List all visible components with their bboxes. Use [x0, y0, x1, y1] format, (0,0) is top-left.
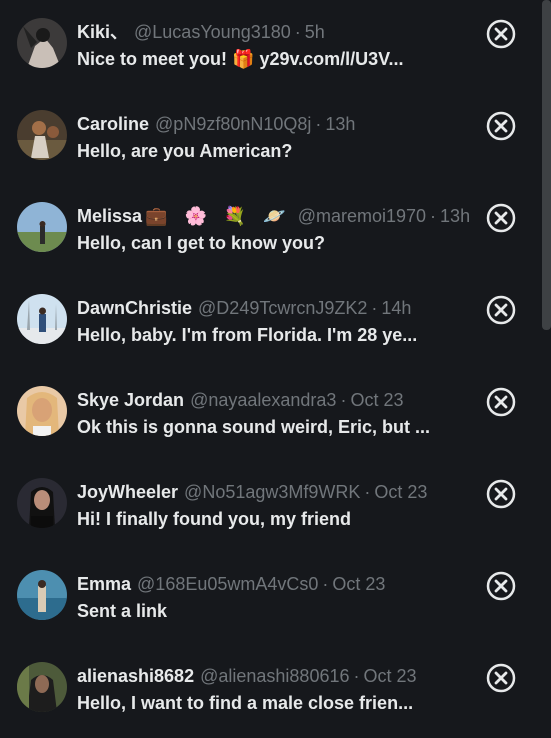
sender-name[interactable]: Emma [77, 574, 131, 594]
list-item[interactable]: Caroline @pN9zf80nN10Q8j · 13h Hello, are y… [0, 92, 536, 184]
sender-name[interactable]: DawnChristie [77, 298, 192, 318]
sender-line: Skye Jordan @nayaalexandra3 · Oct 23 [77, 389, 403, 411]
sender-handle: @D249TcwrcnJ9ZK2 [198, 298, 368, 318]
separator-dot: · [371, 298, 378, 318]
sender-name[interactable]: JoyWheeler [77, 482, 178, 502]
sender-line: Melissa 💼 🌸 💐 🪐 @maremoi1970 · 13h [77, 205, 470, 227]
avatar[interactable] [17, 202, 67, 252]
name-emojis: 💼 🌸 💐 🪐 [145, 206, 292, 226]
sender-name[interactable]: Caroline [77, 114, 149, 134]
avatar[interactable] [17, 18, 67, 68]
timestamp: 5h [304, 22, 325, 42]
timestamp: Oct 23 [374, 482, 428, 502]
sender-line: Kiki、 @LucasYoung3180 · 5h [77, 21, 325, 43]
sender-line: Caroline @pN9zf80nN10Q8j · 13h [77, 113, 355, 135]
list-item[interactable]: Skye Jordan @nayaalexandra3 · Oct 23 Ok thi… [0, 368, 536, 460]
sender-name[interactable]: alienashi8682 [77, 666, 194, 686]
sender-line: JoyWheeler @No51agw3Mf9WRK · Oct 23 [77, 481, 427, 503]
scrollbar-thumb[interactable] [542, 0, 551, 330]
avatar[interactable] [17, 662, 67, 712]
close-icon[interactable] [486, 387, 516, 417]
sender-handle: @nayaalexandra3 [190, 390, 337, 410]
close-icon[interactable] [486, 111, 516, 141]
sender-handle: @alienashi880616 [200, 666, 350, 686]
close-icon[interactable] [486, 295, 516, 325]
sender-handle: @LucasYoung3180 [134, 22, 291, 42]
timestamp: 13h [440, 206, 471, 226]
sender-line: Emma @168Eu05wmA4vCs0 · Oct 23 [77, 573, 385, 595]
list-item[interactable]: alienashi8682 @alienashi880616 · Oct 23 Hel… [0, 644, 536, 736]
close-icon[interactable] [486, 203, 516, 233]
close-icon[interactable] [486, 19, 516, 49]
message-preview: Hello, I want to find a male close frien… [77, 693, 414, 713]
avatar[interactable] [17, 478, 67, 528]
separator-dot: · [294, 22, 301, 42]
message-preview: Sent a link [77, 601, 168, 621]
separator-dot: · [340, 390, 347, 410]
message-preview: Hello, baby. I'm from Florida. I'm 28 ye… [77, 325, 418, 345]
list-item[interactable]: JoyWheeler @No51agw3Mf9WRK · Oct 23 Hi! I f… [0, 460, 536, 552]
message-preview: Nice to meet you! 🎁 y29v.com/l/U3V... [77, 49, 404, 69]
message-request-list: Kiki、 @LucasYoung3180 · 5h Nice to meet you… [0, 0, 536, 738]
message-preview: Hi! I finally found you, my friend [77, 509, 352, 529]
avatar[interactable] [17, 386, 67, 436]
close-icon[interactable] [486, 663, 516, 693]
sender-handle: @168Eu05wmA4vCs0 [137, 574, 319, 594]
sender-handle: @maremoi1970 [297, 206, 427, 226]
list-item[interactable]: DawnChristie @D249TcwrcnJ9ZK2 · 14h Hello, … [0, 276, 536, 368]
sender-name[interactable]: Melissa [77, 206, 142, 226]
sender-name[interactable]: Kiki、 [77, 22, 128, 42]
avatar[interactable] [17, 294, 67, 344]
message-preview: Hello, can I get to know you? [77, 233, 326, 253]
separator-dot: · [364, 482, 371, 502]
timestamp: 14h [381, 298, 412, 318]
sender-handle: @pN9zf80nN10Q8j [155, 114, 312, 134]
close-icon[interactable] [486, 571, 516, 601]
close-icon[interactable] [486, 479, 516, 509]
timestamp: 13h [325, 114, 356, 134]
sender-handle: @No51agw3Mf9WRK [184, 482, 361, 502]
message-preview: Ok this is gonna sound weird, Eric, but … [77, 417, 431, 437]
separator-dot: · [315, 114, 322, 134]
message-preview: Hello, are you American? [77, 141, 293, 161]
list-item[interactable]: Kiki、 @LucasYoung3180 · 5h Nice to meet you… [0, 0, 536, 92]
separator-dot: · [322, 574, 329, 594]
list-item[interactable]: Melissa 💼 🌸 💐 🪐 @maremoi1970 · 13h Hello, ca… [0, 184, 536, 276]
separator-dot: · [353, 666, 360, 686]
sender-line: alienashi8682 @alienashi880616 · Oct 23 [77, 665, 417, 687]
sender-line: DawnChristie @D249TcwrcnJ9ZK2 · 14h [77, 297, 411, 319]
timestamp: Oct 23 [363, 666, 417, 686]
avatar[interactable] [17, 110, 67, 160]
avatar[interactable] [17, 570, 67, 620]
timestamp: Oct 23 [332, 574, 386, 594]
timestamp: Oct 23 [350, 390, 404, 410]
sender-name[interactable]: Skye Jordan [77, 390, 184, 410]
separator-dot: · [430, 206, 437, 226]
list-item[interactable]: Emma @168Eu05wmA4vCs0 · Oct 23 Sent a link [0, 552, 536, 644]
